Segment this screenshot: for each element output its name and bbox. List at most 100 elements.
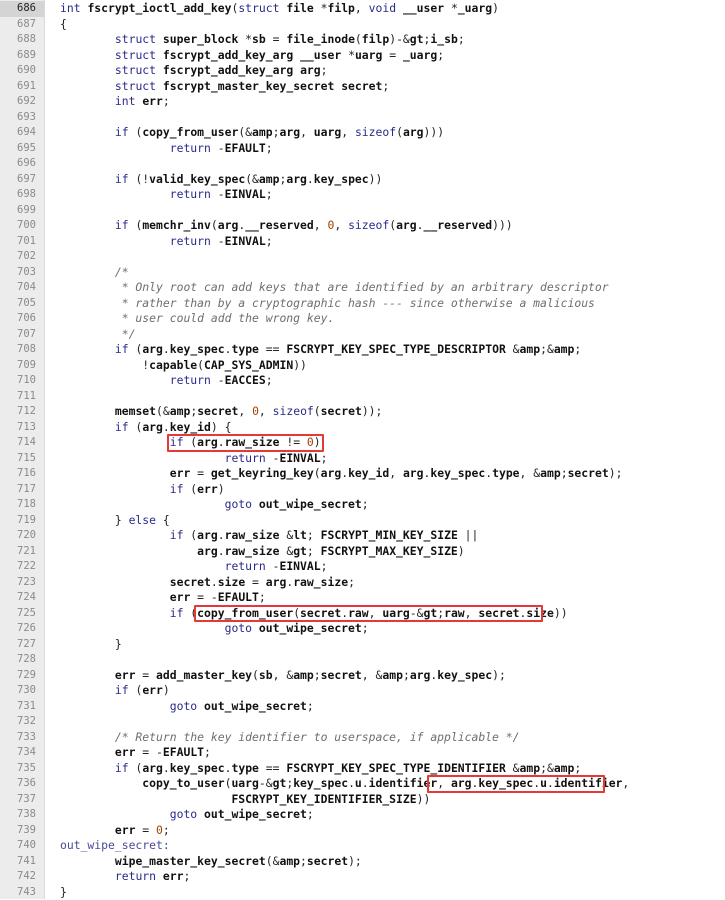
code-text: goto out_wipe_secret; [60,807,314,823]
line-number: 709 [0,358,36,374]
code-line[interactable]: 719 } else { [0,513,725,529]
code-line[interactable]: 727 } [0,637,725,653]
code-line[interactable]: 741 wipe_master_key_secret(&amp;secret); [0,854,725,870]
code-text: out_wipe_secret: [60,838,170,854]
code-line[interactable]: 701 return -EINVAL; [0,234,725,250]
code-line[interactable]: 705 * rather than by a cryptographic has… [0,296,725,312]
line-number: 714 [0,435,36,451]
line-number: 726 [0,621,36,637]
code-line[interactable]: 735 if (arg.key_spec.type == FSCRYPT_KEY… [0,761,725,777]
code-line[interactable]: 690 struct fscrypt_add_key_arg arg; [0,63,725,79]
code-text: arg.raw_size &gt; FSCRYPT_MAX_KEY_SIZE) [60,544,465,560]
code-text: err = 0; [60,823,170,839]
line-number: 720 [0,528,36,544]
code-line[interactable]: 707 */ [0,327,725,343]
code-line[interactable]: 714 if (arg.raw_size != 0) [0,435,725,451]
code-text: return -EACCES; [60,373,273,389]
line-number: 707 [0,327,36,343]
code-line[interactable]: 710 return -EACCES; [0,373,725,389]
code-line[interactable]: 717 if (err) [0,482,725,498]
code-line[interactable]: 742 return err; [0,869,725,885]
code-line[interactable]: 699 [0,203,725,219]
code-line[interactable]: 688 struct super_block *sb = file_inode(… [0,32,725,48]
code-line[interactable]: 713 if (arg.key_id) { [0,420,725,436]
code-line[interactable]: 720 if (arg.raw_size &lt; FSCRYPT_MIN_KE… [0,528,725,544]
line-number: 690 [0,63,36,79]
code-line[interactable]: 694 if (copy_from_user(&amp;arg, uarg, s… [0,125,725,141]
code-line[interactable]: 734 err = -EFAULT; [0,745,725,761]
code-line[interactable]: 740out_wipe_secret: [0,838,725,854]
code-text: goto out_wipe_secret; [60,621,369,637]
code-line[interactable]: 733 /* Return the key identifier to user… [0,730,725,746]
line-number: 689 [0,48,36,64]
line-number: 730 [0,683,36,699]
code-line[interactable]: 698 return -EINVAL; [0,187,725,203]
code-line[interactable]: 691 struct fscrypt_master_key_secret sec… [0,79,725,95]
line-number: 733 [0,730,36,746]
code-line[interactable]: 743} [0,885,725,900]
line-number: 735 [0,761,36,777]
code-line[interactable]: 722 return -EINVAL; [0,559,725,575]
code-line[interactable]: 738 goto out_wipe_secret; [0,807,725,823]
code-line[interactable]: 725 if (copy_from_user(secret.raw, uarg-… [0,606,725,622]
code-line[interactable]: 706 * user could add the wrong key. [0,311,725,327]
code-line[interactable]: 728 [0,652,725,668]
line-number: 737 [0,792,36,808]
code-line[interactable]: 739 err = 0; [0,823,725,839]
code-line[interactable]: 736 copy_to_user(uarg-&gt;key_spec.u.ide… [0,776,725,792]
line-number: 708 [0,342,36,358]
code-line[interactable]: 696 [0,156,725,172]
line-number: 697 [0,172,36,188]
code-line[interactable]: 703 /* [0,265,725,281]
line-number: 723 [0,575,36,591]
code-line[interactable]: 716 err = get_keyring_key(arg.key_id, ar… [0,466,725,482]
line-number: 699 [0,203,36,219]
code-line[interactable]: 715 return -EINVAL; [0,451,725,467]
code-editor[interactable]: 686int fscrypt_ioctl_add_key(struct file… [0,0,725,899]
line-number: 694 [0,125,36,141]
code-line[interactable]: 712 memset(&amp;secret, 0, sizeof(secret… [0,404,725,420]
code-line[interactable]: 687{ [0,17,725,33]
code-text: return -EINVAL; [60,451,327,467]
code-line[interactable]: 724 err = -EFAULT; [0,590,725,606]
code-text: if (copy_from_user(&amp;arg, uarg, sizeo… [60,125,444,141]
line-number: 695 [0,141,36,157]
code-line[interactable]: 686int fscrypt_ioctl_add_key(struct file… [0,1,725,17]
code-line[interactable]: 709 !capable(CAP_SYS_ADMIN)) [0,358,725,374]
line-number: 718 [0,497,36,513]
code-line[interactable]: 692 int err; [0,94,725,110]
code-line[interactable]: 711 [0,389,725,405]
code-text: err = -EFAULT; [60,590,266,606]
code-line[interactable]: 737 FSCRYPT_KEY_IDENTIFIER_SIZE)) [0,792,725,808]
code-text: /* Return the key identifier to userspac… [60,730,519,746]
code-line[interactable]: 723 secret.size = arg.raw_size; [0,575,725,591]
code-line[interactable]: 695 return -EFAULT; [0,141,725,157]
code-text: wipe_master_key_secret(&amp;secret); [60,854,362,870]
code-line[interactable]: 718 goto out_wipe_secret; [0,497,725,513]
code-text: goto out_wipe_secret; [60,699,314,715]
code-line[interactable]: 730 if (err) [0,683,725,699]
code-line[interactable]: 704 * Only root can add keys that are id… [0,280,725,296]
code-line[interactable]: 731 goto out_wipe_secret; [0,699,725,715]
code-line[interactable]: 702 [0,249,725,265]
code-line[interactable]: 732 [0,714,725,730]
line-number: 696 [0,156,36,172]
line-number: 734 [0,745,36,761]
code-text: * user could add the wrong key. [60,311,334,327]
code-line[interactable]: 689 struct fscrypt_add_key_arg __user *u… [0,48,725,64]
code-line[interactable]: 726 goto out_wipe_secret; [0,621,725,637]
code-text: struct fscrypt_add_key_arg arg; [60,63,328,79]
code-line[interactable]: 697 if (!valid_key_spec(&amp;arg.key_spe… [0,172,725,188]
line-number: 710 [0,373,36,389]
line-number: 688 [0,32,36,48]
code-text: struct fscrypt_master_key_secret secret; [60,79,389,95]
code-text: memset(&amp;secret, 0, sizeof(secret)); [60,404,382,420]
line-number: 732 [0,714,36,730]
code-line[interactable]: 729 err = add_master_key(sb, &amp;secret… [0,668,725,684]
code-line[interactable]: 700 if (memchr_inv(arg.__reserved, 0, si… [0,218,725,234]
code-line[interactable]: 708 if (arg.key_spec.type == FSCRYPT_KEY… [0,342,725,358]
code-text: if (memchr_inv(arg.__reserved, 0, sizeof… [60,218,513,234]
line-number: 712 [0,404,36,420]
code-line[interactable]: 693 [0,110,725,126]
code-line[interactable]: 721 arg.raw_size &gt; FSCRYPT_MAX_KEY_SI… [0,544,725,560]
